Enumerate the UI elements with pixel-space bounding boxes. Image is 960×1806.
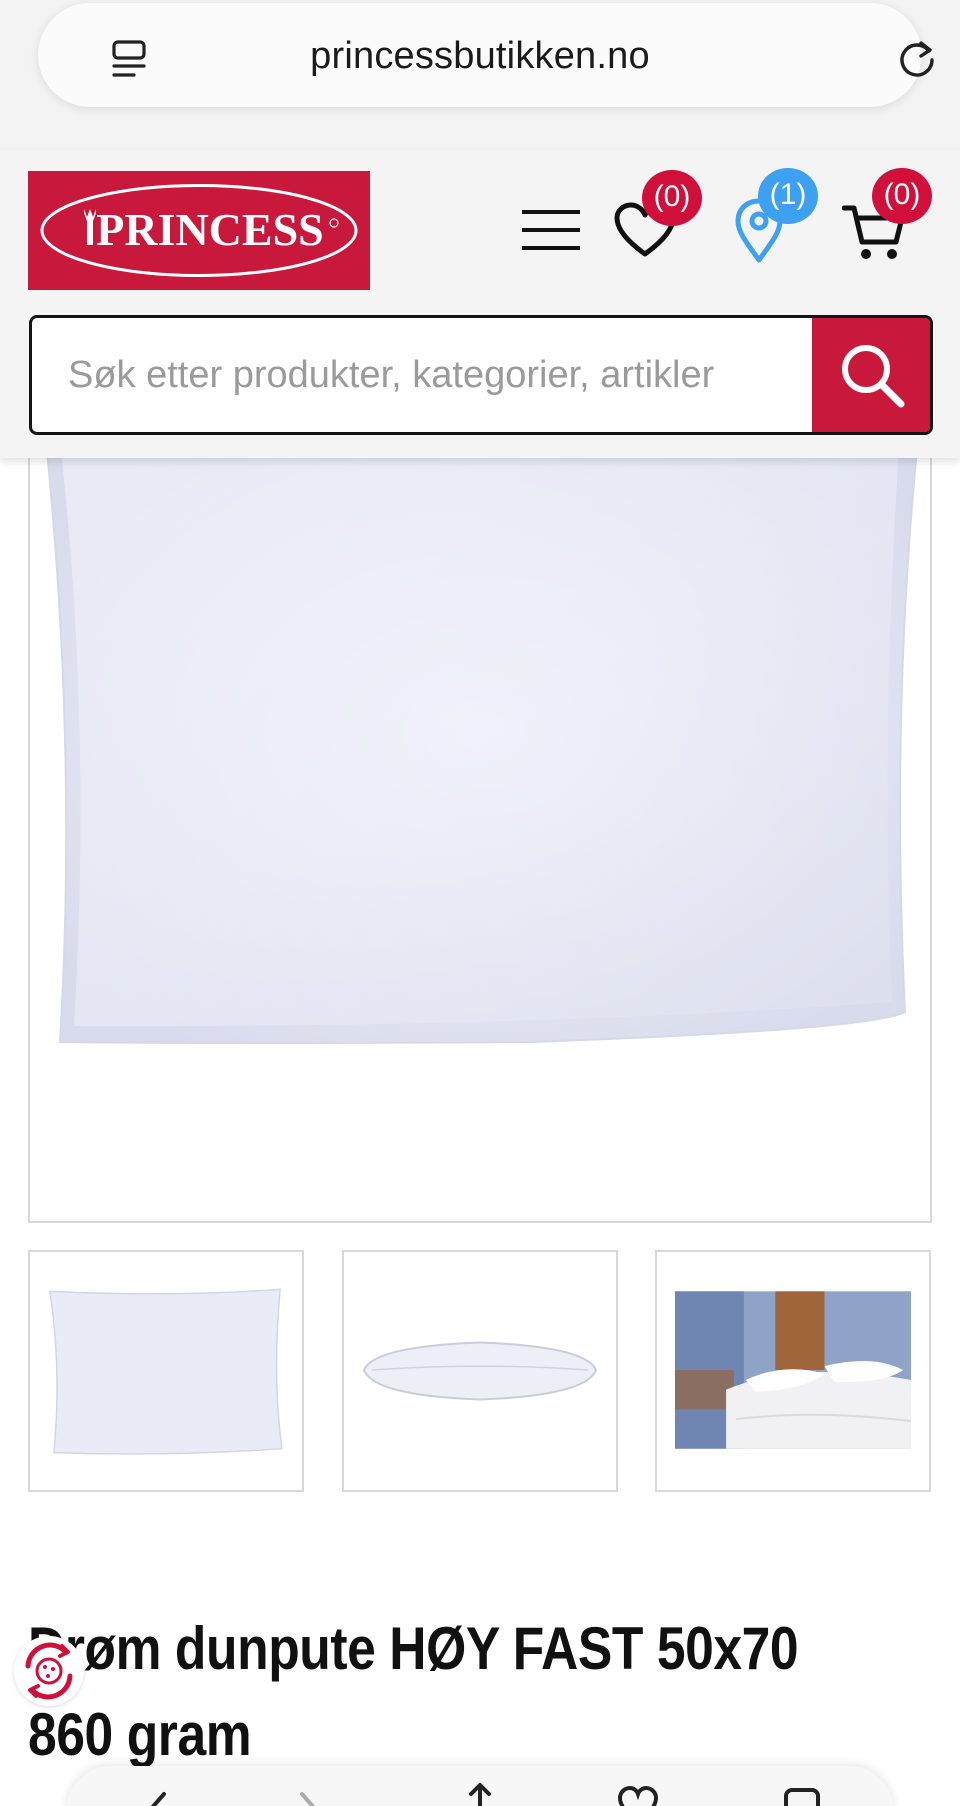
bookmarks-icon[interactable] [618, 1786, 658, 1806]
product-main-image[interactable] [28, 400, 932, 1223]
browser-bottom-toolbar [66, 1766, 894, 1806]
cart-count-badge: (0) [872, 168, 932, 224]
search-button[interactable] [812, 318, 930, 432]
tabs-overview-icon[interactable] [782, 1786, 822, 1806]
princess-logo[interactable]: PRINCESS [28, 171, 370, 290]
product-title: Drøm dunpute HØY FAST 50x70 860 gram [28, 1615, 799, 1768]
thumbnail-pillow-side[interactable] [342, 1250, 618, 1492]
site-header: PRINCESS (0) (1) (0) [0, 150, 960, 458]
search-icon [842, 345, 905, 408]
browser-address-area: princessbutikken.no [0, 0, 960, 150]
cookie-settings-icon[interactable] [14, 1636, 84, 1706]
thumbnail-bedroom[interactable] [655, 1250, 931, 1492]
reload-icon[interactable] [896, 37, 938, 79]
share-icon[interactable] [460, 1782, 500, 1806]
forward-icon[interactable] [288, 1790, 328, 1806]
thumbnail-pillow-front[interactable] [28, 1250, 304, 1492]
back-icon[interactable] [138, 1790, 178, 1806]
page: princessbutikken.no PRINCESS (0) (1) (0)… [0, 0, 960, 1806]
url-text: princessbutikken.no [310, 35, 650, 77]
search-input[interactable] [32, 318, 816, 432]
url-bar[interactable]: princessbutikken.no [38, 3, 934, 107]
store-count-badge: (1) [758, 168, 818, 224]
search-bar [29, 315, 933, 435]
logo-text: PRINCESS [96, 204, 324, 255]
wishlist-count-badge: (0) [642, 170, 702, 226]
menu-icon[interactable] [520, 208, 582, 252]
